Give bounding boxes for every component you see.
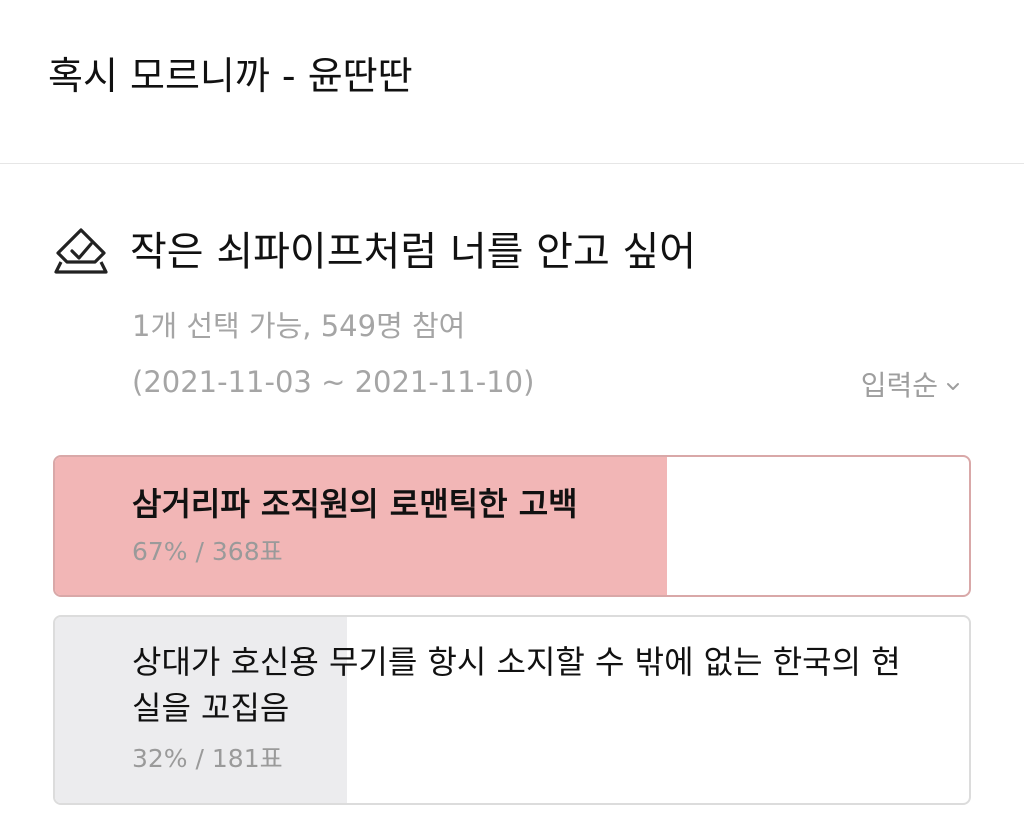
poll-option-2-text: 상대가 호신용 무기를 항시 소지할 수 밖에 없는 한국의 현실을 꼬집음: [132, 643, 901, 727]
chevron-down-icon: [947, 383, 959, 390]
poll-option-1-stat: 67% / 368표: [132, 537, 283, 566]
poll-option-1-text: 삼거리파 조직원의 로맨틱한 고백: [132, 485, 578, 523]
poll-question: 작은 쇠파이프처럼 너를 안고 싶어: [130, 229, 697, 275]
sort-order-label: 입력순: [860, 369, 938, 402]
poll-option-2[interactable]: 상대가 호신용 무기를 항시 소지할 수 밖에 없는 한국의 현실을 꼬집음 3…: [53, 615, 971, 805]
page-title: 혹시 모르니까 - 윤딴딴: [48, 54, 413, 98]
ballot-check-icon: [54, 228, 108, 274]
poll-option-1[interactable]: 삼거리파 조직원의 로맨틱한 고백 67% / 368표: [53, 455, 971, 597]
poll-option-2-stat: 32% / 181표: [132, 744, 283, 773]
poll-date-range: (2021-11-03 ~ 2021-11-10): [132, 365, 535, 399]
header-bar: 혹시 모르니까 - 윤딴딴: [0, 0, 1024, 164]
poll-participation-info: 1개 선택 가능, 549명 참여: [132, 309, 466, 343]
sort-order-button[interactable]: 입력순: [861, 366, 962, 406]
